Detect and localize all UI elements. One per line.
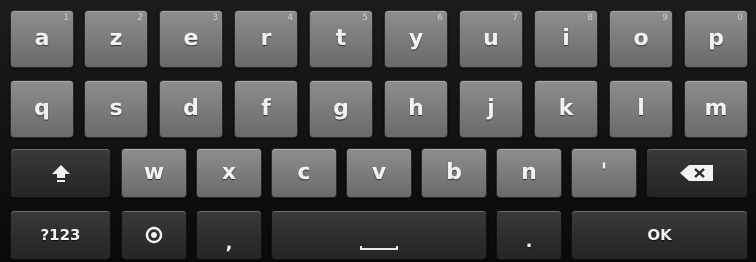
key-m[interactable]: m (684, 80, 748, 138)
key-label: OK (647, 225, 672, 244)
key-a[interactable]: 1 a (10, 10, 74, 68)
key-label: z (109, 26, 123, 51)
key-hint: 6 (437, 13, 443, 23)
space-key[interactable] (271, 210, 487, 260)
key-hint: 2 (137, 13, 143, 23)
key-u[interactable]: 7 u (459, 10, 523, 68)
key-q[interactable]: q (10, 80, 74, 138)
ok-key[interactable]: OK (571, 210, 748, 260)
key-n[interactable]: n (496, 148, 562, 198)
key-p[interactable]: 0 p (684, 10, 748, 68)
key-label: f (261, 96, 271, 121)
key-label: q (34, 96, 50, 121)
key-label: k (558, 96, 574, 121)
key-label: a (34, 26, 50, 51)
key-r[interactable]: 4 r (234, 10, 298, 68)
key-label: e (183, 26, 199, 51)
key-label: n (521, 160, 537, 185)
key-label: u (483, 26, 499, 51)
key-apostrophe[interactable]: ' (571, 148, 637, 198)
key-hint: 5 (362, 13, 368, 23)
key-label: ' (600, 160, 608, 185)
key-y[interactable]: 6 y (384, 10, 448, 68)
key-e[interactable]: 3 e (159, 10, 223, 68)
period-key[interactable]: . (496, 210, 562, 260)
key-h[interactable]: h (384, 80, 448, 138)
key-label: s (109, 96, 123, 121)
shift-icon (51, 165, 70, 182)
key-label: h (408, 96, 424, 121)
key-label: w (143, 160, 165, 185)
backspace-key[interactable] (646, 148, 748, 198)
key-i[interactable]: 8 i (534, 10, 598, 68)
key-w[interactable]: w (121, 148, 187, 198)
key-label: i (562, 26, 570, 51)
key-label: x (221, 160, 237, 185)
soft-keyboard: 1 a 2 z 3 e 4 r 5 t 6 y 7 u 8 i 9 o 0 p … (0, 0, 756, 262)
key-label: g (333, 96, 349, 121)
key-hint: 7 (512, 13, 518, 23)
key-k[interactable]: k (534, 80, 598, 138)
key-hint: 8 (587, 13, 593, 23)
key-label: o (633, 26, 649, 51)
keyboard-row-4: ?123 , . OK (0, 210, 756, 260)
key-j[interactable]: j (459, 80, 523, 138)
key-g[interactable]: g (309, 80, 373, 138)
key-hint: 4 (287, 13, 293, 23)
key-label: j (487, 96, 495, 121)
key-c[interactable]: c (271, 148, 337, 198)
key-s[interactable]: s (84, 80, 148, 138)
key-o[interactable]: 9 o (609, 10, 673, 68)
key-label: ?123 (40, 225, 81, 244)
key-label: y (408, 26, 424, 51)
backspace-icon (680, 165, 713, 181)
key-label: t (335, 26, 347, 51)
key-l[interactable]: l (609, 80, 673, 138)
key-z[interactable]: 2 z (84, 10, 148, 68)
key-hint: 9 (662, 13, 668, 23)
key-hint: 3 (212, 13, 218, 23)
key-label: l (637, 96, 645, 121)
shift-key[interactable] (10, 148, 111, 198)
key-label: r (260, 26, 272, 51)
key-label: , (225, 233, 233, 254)
key-v[interactable]: v (346, 148, 412, 198)
key-label: d (183, 96, 199, 121)
symbols-key[interactable]: ?123 (10, 210, 111, 260)
key-label: b (446, 160, 462, 185)
key-hint: 1 (63, 13, 69, 23)
key-label: v (371, 160, 387, 185)
key-label: m (704, 96, 728, 121)
gear-icon (145, 226, 163, 244)
settings-key[interactable] (121, 210, 187, 260)
keyboard-row-2: q s d f g h j k l m (0, 80, 756, 138)
key-hint: 0 (737, 13, 743, 23)
key-b[interactable]: b (421, 148, 487, 198)
key-x[interactable]: x (196, 148, 262, 198)
space-icon (360, 246, 398, 250)
keyboard-row-3: w x c v b n ' (0, 148, 756, 198)
comma-key[interactable]: , (196, 210, 262, 260)
key-label: p (708, 26, 724, 51)
key-label: c (297, 160, 311, 185)
key-t[interactable]: 5 t (309, 10, 373, 68)
keyboard-row-1: 1 a 2 z 3 e 4 r 5 t 6 y 7 u 8 i 9 o 0 p (0, 10, 756, 68)
key-label: . (525, 231, 533, 252)
key-f[interactable]: f (234, 80, 298, 138)
key-d[interactable]: d (159, 80, 223, 138)
